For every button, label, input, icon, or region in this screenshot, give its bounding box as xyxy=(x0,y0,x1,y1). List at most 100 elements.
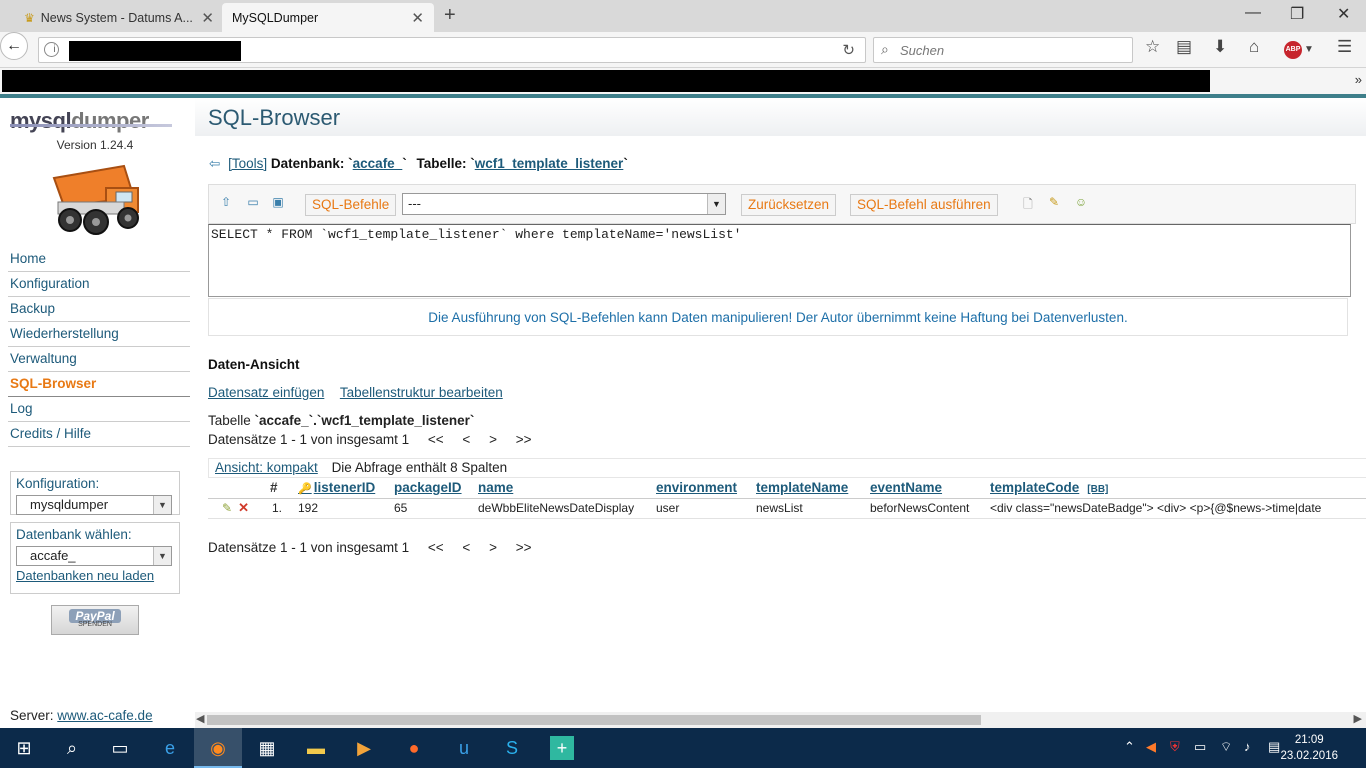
battery-icon[interactable]: ▭ xyxy=(1194,739,1206,755)
menu-item-credits[interactable]: Credits / Hilfe xyxy=(8,422,190,447)
logo-part-mysql: mysql xyxy=(10,108,72,133)
tab-news-system[interactable]: ♛ News System - Datums A... ✕ xyxy=(14,3,224,32)
scroll-right-icon[interactable]: ▶ xyxy=(1354,712,1362,725)
menu-item-log[interactable]: Log xyxy=(8,397,190,422)
collapse-icon[interactable]: ▭ xyxy=(246,195,260,209)
column-header-templatecode[interactable]: templateCode xyxy=(990,480,1079,495)
bb-link[interactable]: [BB] xyxy=(1087,484,1108,495)
reload-icon[interactable]: ↻ xyxy=(842,41,855,59)
pager-first[interactable]: << xyxy=(428,540,444,555)
scroll-left-icon[interactable]: ◀ xyxy=(196,712,204,725)
pager-next[interactable]: > xyxy=(489,540,497,555)
new-tab-icon[interactable]: + xyxy=(444,4,456,27)
edit-file-icon[interactable]: ✎ xyxy=(1047,195,1061,209)
home-icon[interactable]: ⌂ xyxy=(1249,37,1259,57)
table-link[interactable]: wcf1_template_listener xyxy=(475,156,624,171)
new-file-icon[interactable]: 🗋 xyxy=(1021,195,1035,211)
windows-start-icon[interactable]: ⊞ xyxy=(12,736,36,760)
firefox-icon[interactable]: ◉ xyxy=(194,728,242,768)
info-icon[interactable]: i xyxy=(44,42,59,57)
volume-icon[interactable]: ♪ xyxy=(1244,739,1251,754)
column-header-listenerid[interactable]: listenerID xyxy=(314,480,376,495)
chevron-down-icon[interactable]: ▼ xyxy=(1304,44,1314,55)
column-header-packageid[interactable]: packageID xyxy=(386,478,470,499)
scrollbar-thumb[interactable] xyxy=(207,715,981,725)
wifi-icon[interactable]: ⌔ xyxy=(1220,739,1232,755)
minimize-icon[interactable]: — xyxy=(1245,4,1261,22)
adblock-icon[interactable]: ABP xyxy=(1284,41,1302,59)
clock[interactable]: 21:09 23.02.2016 xyxy=(1280,732,1338,764)
pager-prev[interactable]: < xyxy=(462,540,470,555)
close-tab-icon[interactable]: ✕ xyxy=(411,9,424,27)
explorer-icon[interactable]: ▬ xyxy=(304,736,328,760)
close-tab-icon[interactable]: ✕ xyxy=(201,9,214,27)
user-icon[interactable]: ☺ xyxy=(1074,195,1088,209)
sql-commands-button[interactable]: SQL-Befehle xyxy=(305,194,397,216)
cell-eventname: beforNewsContent xyxy=(862,498,982,519)
menu-item-sql-browser[interactable]: SQL-Browser xyxy=(8,372,190,397)
back-icon[interactable]: ← xyxy=(0,32,28,60)
pager-last[interactable]: >> xyxy=(516,540,532,555)
chevron-up-icon[interactable]: ⌃ xyxy=(1124,739,1135,755)
back-arrow-icon[interactable]: ⇦ xyxy=(209,156,220,171)
arrow-up-icon[interactable]: ⇧ xyxy=(219,195,233,209)
shield-icon[interactable]: ⛨ xyxy=(1170,739,1180,755)
search-placeholder: Suchen xyxy=(900,43,945,58)
tools-link[interactable]: [Tools] xyxy=(228,156,267,171)
plus-app-icon[interactable]: + xyxy=(550,736,574,760)
reload-databases-link[interactable]: Datenbanken neu laden xyxy=(16,568,174,583)
column-header-templatename[interactable]: templateName xyxy=(748,478,862,499)
menu-item-backup[interactable]: Backup xyxy=(8,297,190,322)
media-player-icon[interactable]: ▶ xyxy=(352,736,376,760)
database-select[interactable]: accafe_ ▼ xyxy=(16,546,172,566)
edge-icon[interactable]: e xyxy=(158,736,182,760)
speaker-app-icon[interactable]: ◀ xyxy=(1146,739,1156,755)
server-link[interactable]: www.ac-cafe.de xyxy=(57,708,152,723)
menu-icon[interactable]: ☰ xyxy=(1337,37,1352,57)
expand-icon[interactable]: ▣ xyxy=(271,195,285,209)
task-view-icon[interactable]: ▭ xyxy=(108,736,132,760)
reading-list-icon[interactable]: ▤ xyxy=(1176,37,1192,57)
menu-item-verwaltung[interactable]: Verwaltung xyxy=(8,347,190,372)
app-icon[interactable]: ● xyxy=(402,736,426,760)
config-select[interactable]: mysqldumper ▼ xyxy=(16,495,172,515)
download-icon[interactable]: ⬇ xyxy=(1213,37,1227,57)
store-icon[interactable]: ▦ xyxy=(255,736,279,760)
sql-command-select[interactable]: --- ▼ xyxy=(402,193,726,215)
pager-next[interactable]: > xyxy=(489,432,497,447)
pager-first[interactable]: << xyxy=(428,432,444,447)
bookmark-star-icon[interactable]: ☆ xyxy=(1145,37,1160,57)
column-header-environment[interactable]: environment xyxy=(648,478,748,499)
notification-icon[interactable]: ▤ xyxy=(1268,739,1280,755)
view-compact-link[interactable]: Ansicht: kompakt xyxy=(215,460,318,475)
tab-mysqldumper[interactable]: MySQLDumper ✕ xyxy=(222,3,434,32)
menu-item-wiederherstellung[interactable]: Wiederherstellung xyxy=(8,322,190,347)
paypal-donate-button[interactable]: PayPal SPENDEN xyxy=(51,605,139,635)
column-header-name[interactable]: name xyxy=(470,478,648,499)
chevron-more-icon[interactable]: » xyxy=(1355,72,1362,87)
edit-icon[interactable]: ✎ xyxy=(222,501,232,515)
column-header-eventname[interactable]: eventName xyxy=(862,478,982,499)
pager-last[interactable]: >> xyxy=(516,432,532,447)
insert-record-link[interactable]: Datensatz einfügen xyxy=(208,385,324,400)
app-u-icon[interactable]: u xyxy=(452,736,476,760)
warning-message: Die Ausführung von SQL-Befehlen kann Dat… xyxy=(208,298,1348,336)
search-icon[interactable]: ⌕ xyxy=(60,736,84,760)
menu-item-home[interactable]: Home xyxy=(8,247,190,272)
database-link[interactable]: accafe_ xyxy=(353,156,403,171)
skype-icon[interactable]: S xyxy=(500,736,524,760)
reset-button[interactable]: Zurücksetzen xyxy=(741,194,837,216)
horizontal-scrollbar[interactable]: ◀ ▶ xyxy=(195,712,1366,728)
execute-sql-button[interactable]: SQL-Befehl ausführen xyxy=(850,194,998,216)
delete-icon[interactable]: ✕ xyxy=(238,500,249,515)
search-input[interactable]: ⌕ Suchen xyxy=(873,37,1133,63)
pager-prev[interactable]: < xyxy=(462,432,470,447)
columns-info: Die Abfrage enthält 8 Spalten xyxy=(331,460,508,475)
restore-icon[interactable]: ❐ xyxy=(1290,4,1304,24)
menu-item-konfiguration[interactable]: Konfiguration xyxy=(8,272,190,297)
edit-structure-link[interactable]: Tabellenstruktur bearbeiten xyxy=(340,385,503,400)
url-bar[interactable]: i ↻ xyxy=(38,37,866,63)
window-close-icon[interactable]: ✕ xyxy=(1337,4,1350,24)
table-label: Tabelle: xyxy=(416,156,467,171)
sql-query-editor[interactable]: SELECT * FROM `wcf1_template_listener` w… xyxy=(208,224,1351,297)
